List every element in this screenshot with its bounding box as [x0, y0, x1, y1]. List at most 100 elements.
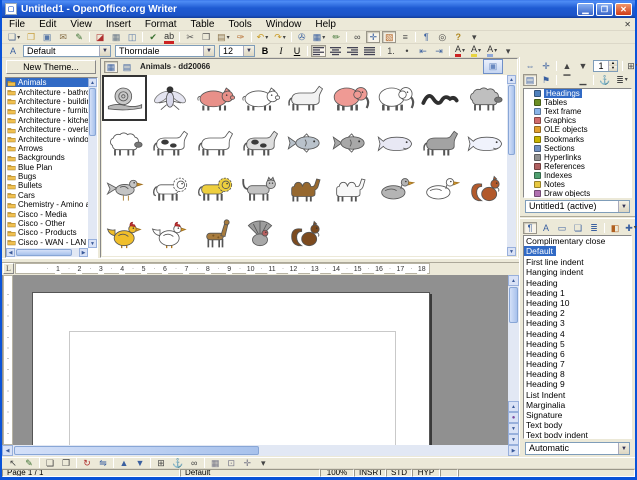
statusbar-page[interactable]: Page 1 / 1 [2, 469, 180, 477]
toolbar-more-button[interactable]: ▾ [256, 457, 270, 469]
insert-hyperlink-button[interactable]: ✇ [295, 31, 309, 43]
document-vertical-scrollbar[interactable]: ▲ ▲ ● ▼ ▼ [508, 275, 519, 445]
theme-item-architecture-overlay[interactable]: Architecture - overlay [6, 125, 88, 134]
gallery-item-goose-white[interactable] [417, 166, 462, 212]
gallery-item-lion-white[interactable] [147, 166, 192, 212]
style-item-first-line-indent[interactable]: First line indent [524, 257, 631, 267]
theme-item-cisco-other[interactable]: Cisco - Other [6, 219, 88, 228]
theme-list-vertical-scrollbar[interactable]: ▲ ▼ [88, 78, 97, 248]
nonprinting-characters-button[interactable]: ¶ [419, 31, 433, 43]
insert-table-button[interactable]: ▦▾ [311, 31, 328, 43]
gallery-item-fish-small[interactable] [282, 121, 327, 167]
underline-button[interactable]: U [290, 45, 304, 57]
theme-item-blue-plan[interactable]: Blue Plan [6, 163, 88, 172]
gallery-item-turkey[interactable] [237, 212, 282, 257]
gallery-item-bird[interactable] [102, 166, 147, 212]
bold-button[interactable]: B [258, 45, 272, 57]
gallery-vertical-scrollbar[interactable]: ▲ ▼ [507, 75, 516, 256]
style-item-heading-9[interactable]: Heading 9 [524, 379, 631, 389]
navigator-document-select[interactable]: Untitled1 (active) ▼ [525, 200, 630, 213]
theme-item-architecture-furniture[interactable]: Architecture - furniture [6, 106, 88, 115]
menu-file[interactable]: File [2, 18, 32, 31]
gallery-item-snake[interactable] [417, 75, 462, 121]
gallery-item-camel-white[interactable] [327, 166, 372, 212]
paste-button[interactable]: ▤▾ [215, 31, 232, 43]
style-item-signature[interactable]: Signature [524, 410, 631, 420]
navigator-item-ole-objects[interactable]: OLE objects [524, 125, 631, 134]
edit-file-button[interactable]: ✎ [72, 31, 86, 43]
gallery-item-pig-white[interactable] [237, 75, 282, 121]
bullets-button[interactable]: • [400, 45, 414, 57]
display-grid-button[interactable]: ▦ [208, 457, 222, 469]
font-name-combo[interactable]: Thorndale▼ [115, 45, 215, 57]
icon-view-button[interactable]: ▦ [104, 61, 118, 73]
page-styles-button[interactable]: ❏ [571, 222, 585, 234]
chevron-down-icon[interactable]: ▼ [618, 201, 629, 212]
gallery-preview-button[interactable]: ▣ [483, 59, 503, 74]
bring-to-front-button[interactable]: ▲ [117, 457, 131, 469]
scroll-down-icon[interactable]: ▼ [508, 434, 519, 445]
tab-stop-selector[interactable]: L [3, 263, 14, 274]
style-item-heading-2[interactable]: Heading 2 [524, 308, 631, 318]
gallery-item-snail[interactable] [102, 75, 147, 121]
font-size-combo[interactable]: 12▼ [219, 45, 255, 57]
chevron-down-icon[interactable]: ▾ [322, 34, 325, 41]
gallery-item-duck-gray[interactable] [372, 166, 417, 212]
highlighting-button[interactable]: A▾ [469, 45, 483, 57]
chevron-down-icon[interactable]: ▾ [462, 47, 465, 54]
zoom-button[interactable]: ◎ [435, 31, 449, 43]
toolbar-more-button[interactable]: ▾ [501, 45, 515, 57]
scrollbar-thumb[interactable] [14, 446, 259, 455]
header-button[interactable]: ▔ [560, 74, 574, 86]
export-pdf-button[interactable]: ◪ [93, 31, 107, 43]
navigator-button[interactable]: ✛ [366, 31, 380, 43]
gallery-item-wolf[interactable] [417, 121, 462, 167]
decrease-indent-button[interactable]: ⇤ [416, 45, 430, 57]
gallery-item-fish-gray[interactable] [327, 121, 372, 167]
menu-insert[interactable]: Insert [99, 18, 138, 31]
navigator-item-text-frame[interactable]: Text frame [524, 107, 631, 116]
scroll-down-icon[interactable]: ▼ [88, 239, 97, 248]
styles-filter-select[interactable]: Automatic ▼ [525, 442, 630, 455]
chevron-down-icon[interactable]: ▾ [283, 34, 286, 41]
scroll-right-icon[interactable]: ▶ [508, 445, 519, 456]
gallery-item-horse[interactable] [282, 75, 327, 121]
rotate-button[interactable]: ↻ [80, 457, 94, 469]
theme-item-cisco-products[interactable]: Cisco - Products [6, 228, 88, 237]
italic-button[interactable]: I [274, 45, 288, 57]
previous-button[interactable]: ▲ [560, 60, 574, 72]
flip-button[interactable]: ⇋ [96, 457, 110, 469]
align-right-button[interactable] [345, 45, 360, 57]
drag-mode-button[interactable]: ⊞▾ [626, 60, 637, 72]
page-number-spinbox[interactable]: 1▲▼ [593, 60, 618, 72]
menu-window[interactable]: Window [259, 18, 309, 31]
set-reminder-button[interactable]: ⚑ [539, 74, 553, 86]
theme-item-backgrounds[interactable]: Backgrounds [6, 153, 88, 162]
menu-help[interactable]: Help [308, 18, 343, 31]
previous-page-button[interactable]: ▲ [508, 401, 519, 412]
gallery-item-cow-gray[interactable] [237, 121, 282, 167]
navigator-item-draw-objects[interactable]: Draw objects [524, 189, 631, 198]
statusbar-insert-mode[interactable]: INSRT [354, 469, 386, 477]
toolbar-more-button[interactable]: ▾ [467, 31, 481, 43]
font-color-button[interactable]: A▾ [453, 45, 467, 57]
print-button[interactable]: ▦ [109, 31, 123, 43]
chevron-down-icon[interactable]: ▼ [203, 46, 214, 56]
style-item-heading-4[interactable]: Heading 4 [524, 329, 631, 339]
navigator-item-references[interactable]: References [524, 162, 631, 171]
find-replace-button[interactable]: ∞ [350, 31, 364, 43]
navigator-item-graphics[interactable]: Graphics [524, 116, 631, 125]
chevron-down-icon[interactable]: ▾ [478, 47, 481, 54]
style-item-marginalia[interactable]: Marginalia [524, 400, 631, 410]
scrollbar-thumb[interactable] [508, 85, 515, 155]
navigator-item-sections[interactable]: Sections [524, 144, 631, 153]
auto-spellcheck-button[interactable]: ab [162, 31, 176, 43]
style-item-text-body[interactable]: Text body [524, 420, 631, 430]
gallery-item-cow-white[interactable] [192, 121, 237, 167]
open-button[interactable]: ❐ [24, 31, 38, 43]
paragraph-styles-button[interactable]: ¶ [523, 222, 537, 234]
theme-item-cisco-media[interactable]: Cisco - Media [6, 209, 88, 218]
scroll-right-icon[interactable]: ▶ [79, 248, 88, 257]
menu-table[interactable]: Table [184, 18, 222, 31]
justify-button[interactable] [362, 45, 377, 57]
